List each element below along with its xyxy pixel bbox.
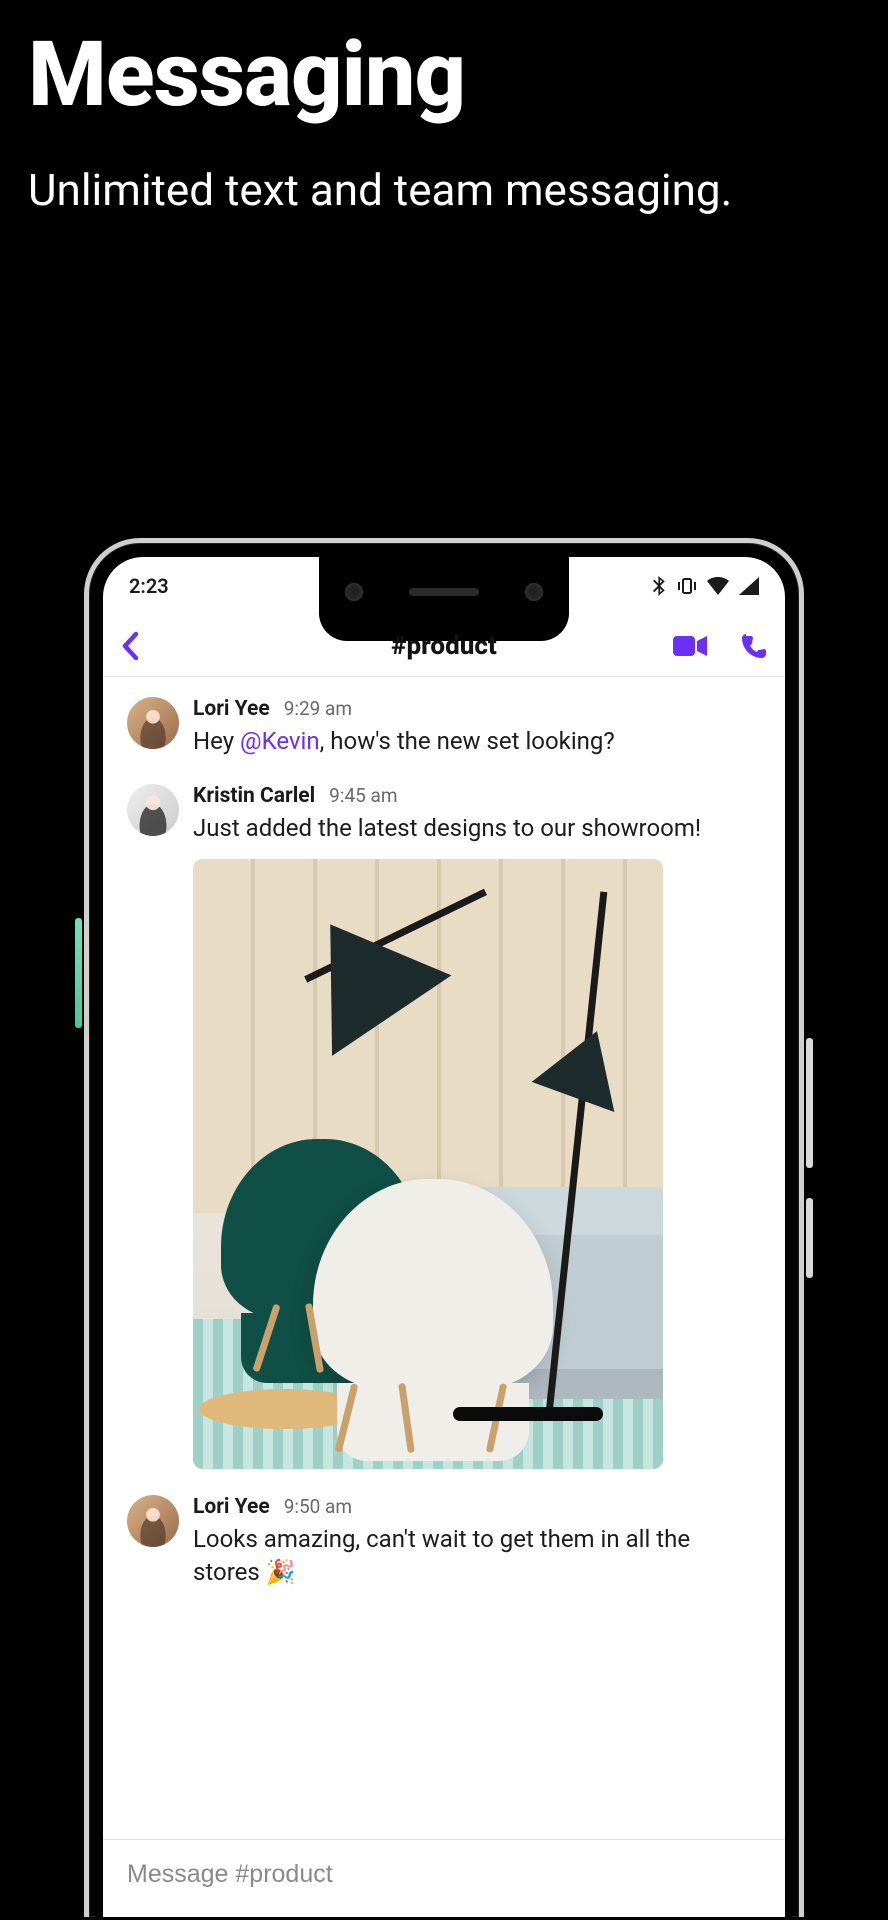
promo-hero: Messaging Unlimited text and team messag… xyxy=(0,0,888,218)
phone-icon xyxy=(741,633,767,659)
cellular-icon xyxy=(739,577,759,595)
device-power-button xyxy=(75,918,82,1028)
device-volume-button xyxy=(806,1038,813,1168)
message-list[interactable]: Lori Yee 9:29 am Hey @Kevin, how's the n… xyxy=(103,677,785,1589)
promo-title: Messaging xyxy=(28,30,860,120)
message-item: Kristin Carlel 9:45 am Just added the la… xyxy=(127,784,761,1469)
message-time: 9:45 am xyxy=(329,784,397,807)
mention[interactable]: @Kevin xyxy=(240,727,320,755)
channel-title: #product xyxy=(391,631,496,661)
avatar[interactable] xyxy=(127,784,179,836)
device-volume-button xyxy=(806,1198,813,1278)
front-camera xyxy=(525,583,543,601)
message-input[interactable] xyxy=(127,1860,761,1889)
screen: 2:23 #product xyxy=(103,557,785,1917)
video-icon xyxy=(673,635,707,657)
message-author[interactable]: Lori Yee xyxy=(193,1495,270,1519)
message-author[interactable]: Kristin Carlel xyxy=(193,784,315,808)
earpiece-speaker xyxy=(409,588,479,596)
chevron-left-icon xyxy=(121,631,141,661)
video-call-button[interactable] xyxy=(673,635,707,657)
status-time: 2:23 xyxy=(129,574,169,598)
message-text-part: , how's the new set looking? xyxy=(320,727,615,755)
message-text: Looks amazing, can't wait to get them in… xyxy=(193,1523,761,1589)
message-time: 9:29 am xyxy=(284,697,352,720)
message-time: 9:50 am xyxy=(284,1495,352,1518)
message-text: Just added the latest designs to our sho… xyxy=(193,812,761,845)
wifi-icon xyxy=(707,577,729,595)
vibrate-icon xyxy=(677,576,697,596)
device-frame: 2:23 #product xyxy=(84,538,804,1917)
voice-call-button[interactable] xyxy=(741,633,767,659)
message-item: Lori Yee 9:50 am Looks amazing, can't wa… xyxy=(127,1495,761,1589)
front-camera xyxy=(345,583,363,601)
message-author[interactable]: Lori Yee xyxy=(193,697,270,721)
bluetooth-icon xyxy=(653,576,667,596)
message-item: Lori Yee 9:29 am Hey @Kevin, how's the n… xyxy=(127,697,761,758)
message-text-part: Hey xyxy=(193,727,240,755)
avatar[interactable] xyxy=(127,697,179,749)
avatar[interactable] xyxy=(127,1495,179,1547)
message-text: Hey @Kevin, how's the new set looking? xyxy=(193,725,761,758)
back-button[interactable] xyxy=(121,631,141,661)
app-header: #product xyxy=(103,615,785,677)
message-composer xyxy=(103,1839,785,1917)
image-attachment[interactable] xyxy=(193,859,663,1469)
status-icons xyxy=(653,576,759,596)
promo-subtitle: Unlimited text and team messaging. xyxy=(28,162,860,218)
